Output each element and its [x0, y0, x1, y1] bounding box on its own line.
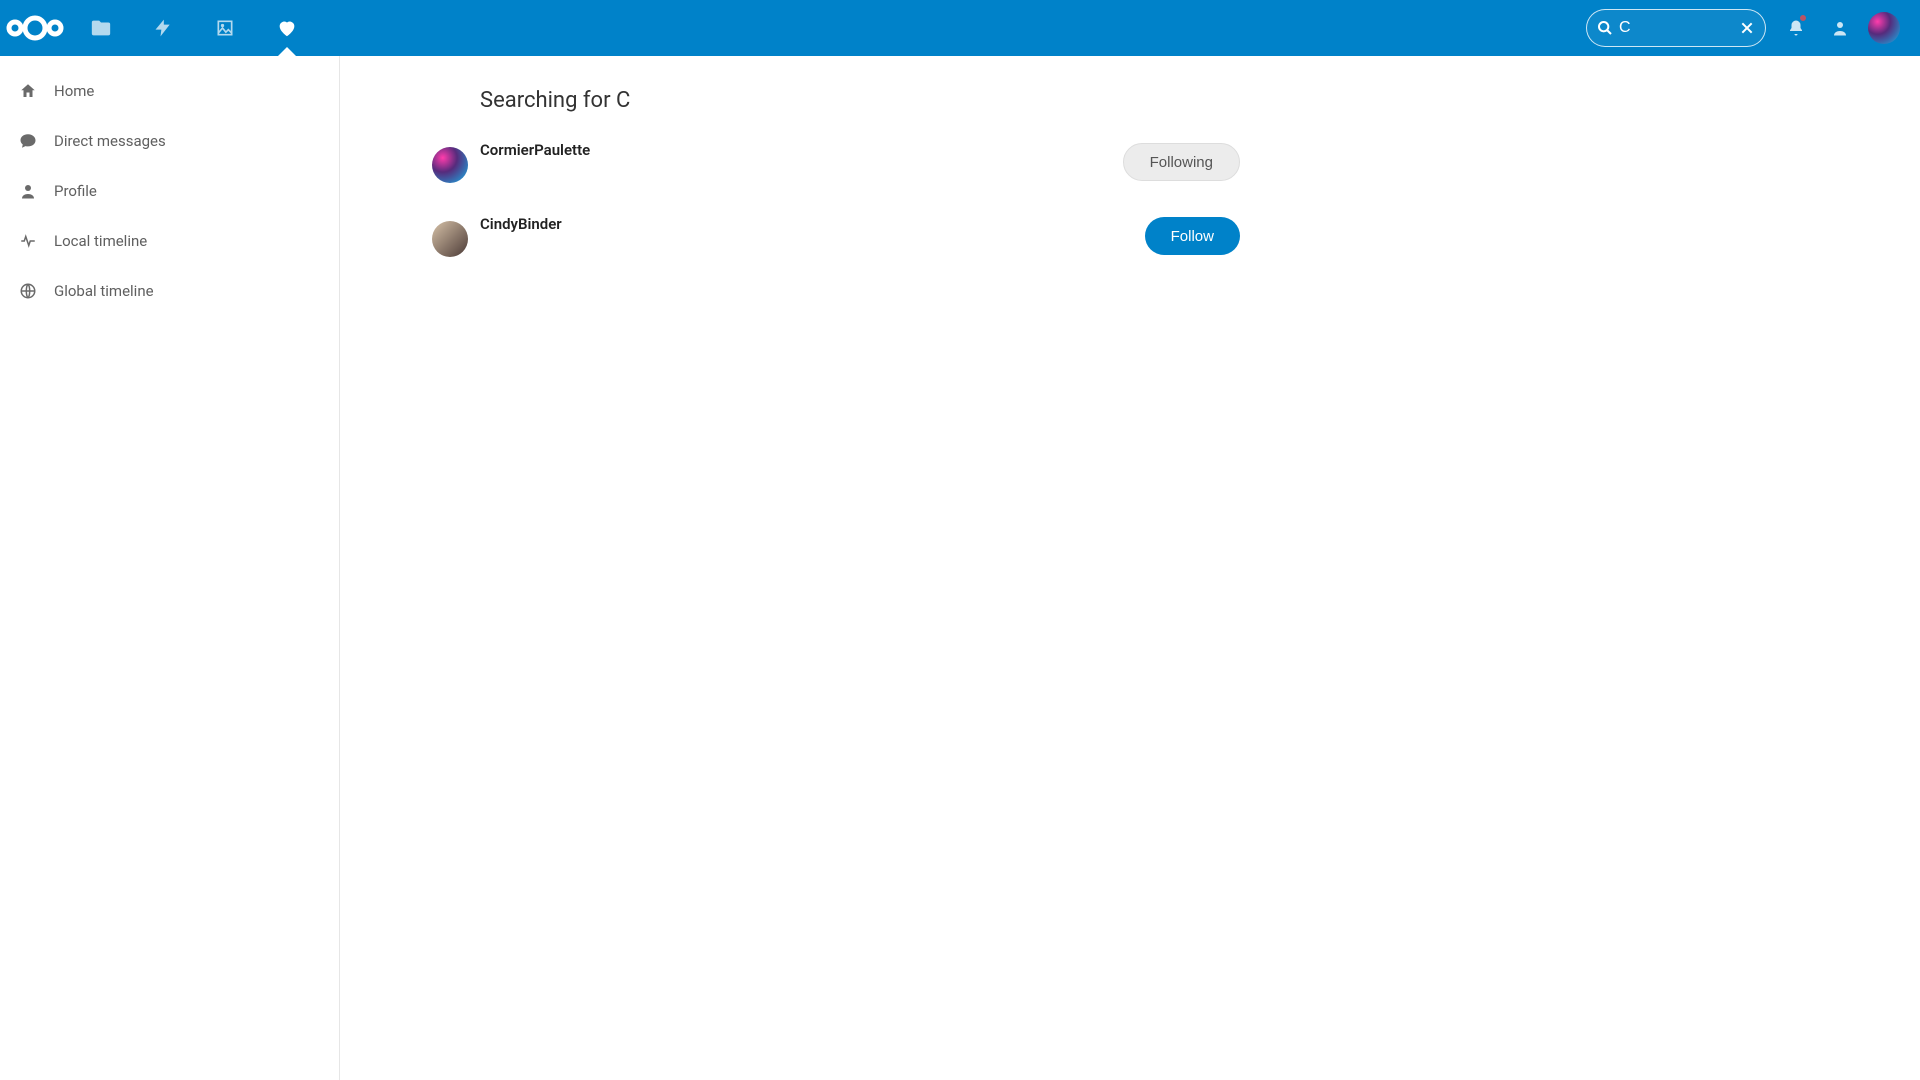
search-input[interactable]	[1613, 10, 1739, 46]
nav-files[interactable]	[70, 0, 132, 56]
result-avatar[interactable]	[432, 221, 468, 257]
user-menu-avatar[interactable]	[1868, 12, 1900, 44]
sidebar-item-label: Direct messages	[54, 132, 166, 150]
sidebar-item-global-timeline[interactable]: Global timeline	[0, 266, 339, 316]
nav-photos[interactable]	[194, 0, 256, 56]
home-icon	[18, 82, 38, 100]
sidebar-item-label: Home	[54, 82, 94, 100]
app-logo[interactable]	[0, 0, 70, 56]
heart-icon	[276, 17, 298, 39]
search-result-row: CormierPaulette Following	[480, 137, 1240, 211]
close-icon	[1739, 20, 1755, 36]
person-icon	[18, 182, 38, 200]
notifications-button[interactable]	[1774, 0, 1818, 56]
image-icon	[215, 18, 235, 38]
sidebar-item-direct-messages[interactable]: Direct messages	[0, 116, 339, 166]
notification-indicator	[1799, 14, 1807, 22]
nextcloud-logo-icon	[4, 12, 66, 44]
search-result-row: CindyBinder Follow	[480, 211, 1240, 285]
content: Searching for C CormierPaulette Followin…	[340, 56, 1920, 1080]
chat-icon	[18, 132, 38, 150]
folder-icon	[90, 17, 112, 39]
sidebar-item-label: Local timeline	[54, 232, 147, 250]
result-username[interactable]: CindyBinder	[480, 215, 1145, 233]
bolt-icon	[153, 18, 173, 38]
nav-activity[interactable]	[132, 0, 194, 56]
sidebar-item-label: Profile	[54, 182, 97, 200]
sidebar-item-profile[interactable]: Profile	[0, 166, 339, 216]
result-avatar[interactable]	[432, 147, 468, 183]
sidebar-item-local-timeline[interactable]: Local timeline	[0, 216, 339, 266]
search-results-heading: Searching for C	[480, 88, 1240, 113]
following-button[interactable]: Following	[1123, 143, 1240, 181]
search-icon	[1597, 20, 1613, 36]
search-clear-button[interactable]	[1739, 20, 1755, 36]
sidebar-item-label: Global timeline	[54, 282, 154, 300]
top-nav	[70, 0, 318, 56]
main-area: Home Direct messages Profile Local timel…	[0, 56, 1920, 1080]
search-box[interactable]	[1586, 9, 1766, 47]
sidebar: Home Direct messages Profile Local timel…	[0, 56, 340, 1080]
result-username[interactable]: CormierPaulette	[480, 141, 1123, 159]
nav-social[interactable]	[256, 0, 318, 56]
pulse-icon	[18, 232, 38, 250]
globe-icon	[18, 282, 38, 300]
sidebar-item-home[interactable]: Home	[0, 66, 339, 116]
contacts-icon	[1831, 19, 1849, 37]
follow-button[interactable]: Follow	[1145, 217, 1240, 255]
contacts-button[interactable]	[1818, 0, 1862, 56]
top-bar	[0, 0, 1920, 56]
